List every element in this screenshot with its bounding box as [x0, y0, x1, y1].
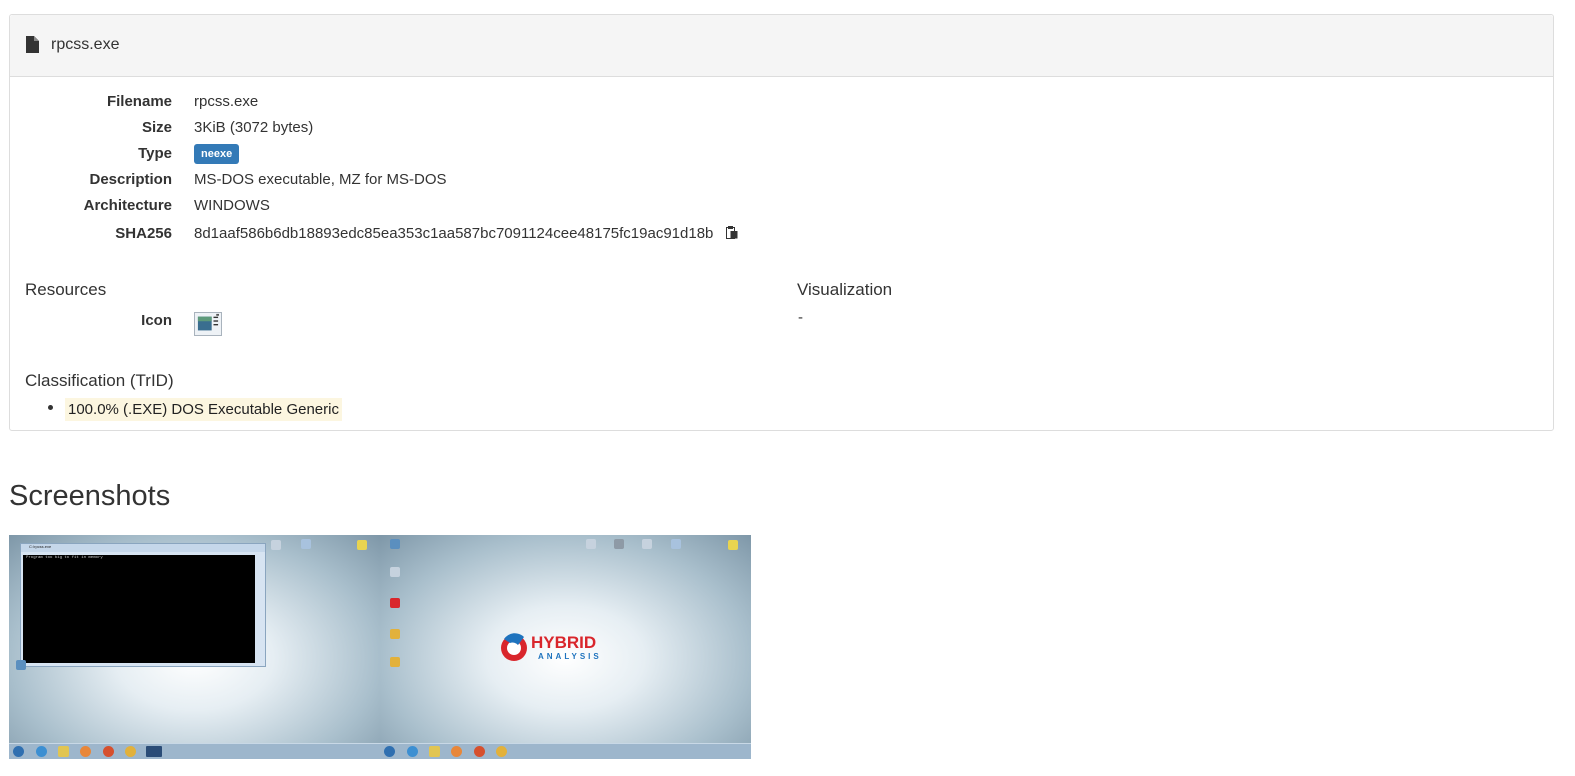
size-row: Size 3KiB (3072 bytes) [10, 119, 1553, 143]
architecture-label: Architecture [83, 197, 172, 214]
desktop-icon [390, 657, 400, 667]
bullet-icon [48, 405, 53, 410]
media-icon [80, 746, 91, 757]
start-icon [13, 746, 24, 757]
desktop-icon [614, 539, 624, 549]
console-title: C:\rpcss.exe [21, 544, 265, 552]
resource-icon-thumbnail [194, 312, 222, 336]
recycle-bin-icon [390, 567, 400, 577]
type-row: Type neexe [10, 144, 1553, 169]
copy-icon[interactable] [725, 226, 738, 239]
file-details-panel: rpcss.exe Filename rpcss.exe Size 3KiB (… [9, 14, 1554, 431]
filename-row: Filename rpcss.exe [10, 93, 1553, 117]
description-value: MS-DOS executable, MZ for MS-DOS [194, 171, 447, 188]
logo-bottom-text: ANALYSIS [538, 652, 602, 661]
filename-label: Filename [106, 93, 172, 110]
desktop-icon [586, 539, 596, 549]
icon-row: Icon [10, 312, 1553, 336]
folder-icon [429, 746, 440, 757]
screenshots-heading: Screenshots [9, 480, 171, 512]
media-icon [451, 746, 462, 757]
visualization-value: - [798, 309, 803, 326]
classification-heading: Classification (TrID) [25, 371, 174, 390]
desktop-icon [642, 539, 652, 549]
description-label: Description [89, 171, 172, 188]
screenshot-thumbnail-2[interactable]: HYBRID ANALYSIS [380, 535, 751, 759]
sha256-row: SHA256 8d1aaf586b6db18893edc85ea353c1aa5… [10, 225, 1553, 249]
firefox-icon [474, 746, 485, 757]
folder-icon [728, 540, 738, 550]
folder-icon [58, 746, 69, 757]
taskbar [380, 743, 751, 759]
desktop-icon [390, 539, 400, 549]
type-badge: neexe [194, 144, 240, 164]
architecture-value: WINDOWS [194, 197, 270, 214]
desktop-icon [271, 540, 281, 550]
size-value: 3KiB (3072 bytes) [194, 119, 314, 136]
firefox-icon [103, 746, 114, 757]
console-task-icon [146, 746, 162, 757]
file-icon [26, 36, 39, 53]
sha256-value[interactable]: 8d1aaf586b6db18893edc85ea353c1aa587bc709… [194, 225, 713, 242]
chrome-icon [125, 746, 136, 757]
chrome-icon [496, 746, 507, 757]
desktop-icon [390, 598, 400, 608]
panel-title: rpcss.exe [51, 36, 120, 53]
desktop-icon [301, 539, 311, 549]
console-window: C:\rpcss.exe Program too big to fit in m… [20, 543, 266, 667]
description-row: Description MS-DOS executable, MZ for MS… [10, 171, 1553, 195]
taskbar [9, 743, 380, 759]
folder-icon [357, 540, 367, 550]
filename-value: rpcss.exe [194, 93, 259, 110]
hybrid-analysis-logo: HYBRID ANALYSIS [501, 633, 602, 661]
desktop-icon [671, 539, 681, 549]
visualization-heading: Visualization [797, 280, 893, 299]
start-icon [384, 746, 395, 757]
ie-icon [407, 746, 418, 757]
resources-heading: Resources [25, 280, 107, 299]
sha256-label: SHA256 [115, 225, 172, 242]
icon-label: Icon [141, 312, 172, 329]
type-label: Type [138, 145, 172, 162]
console-screen: Program too big to fit in memory [23, 555, 255, 663]
screenshot-thumbnail-1[interactable]: C:\rpcss.exe Program too big to fit in m… [9, 535, 380, 759]
size-label: Size [141, 119, 172, 136]
console-text: Program too big to fit in memory [26, 556, 103, 560]
desktop-icon [16, 660, 26, 670]
ie-icon [36, 746, 47, 757]
panel-header: rpcss.exe [10, 15, 1553, 77]
trid-item: 100.0% (.EXE) DOS Executable Generic [65, 398, 342, 421]
desktop-icon [390, 629, 400, 639]
logo-top-text: HYBRID [531, 633, 596, 652]
architecture-row: Architecture WINDOWS [10, 197, 1553, 221]
